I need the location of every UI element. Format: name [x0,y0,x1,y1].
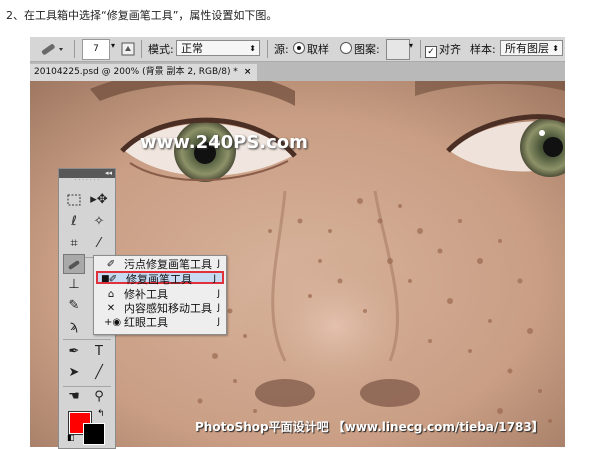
source-sampled-radio[interactable]: 取样 [293,41,329,57]
hand-tool-icon[interactable]: ☚ [63,387,85,407]
marquee-tool-icon[interactable] [63,190,85,210]
footer-watermark: PhotoShop平面设计吧 【www.linecg.com/tieba/178… [195,420,544,434]
patch-icon: ⌂ [107,289,115,300]
separator [420,40,421,58]
brush-picker[interactable]: 7 [82,39,110,60]
zoom-tool-icon[interactable]: ⚲ [88,387,110,407]
healing-brush-tool-preset-icon[interactable] [40,40,66,58]
select-arrow-icon: ⬍ [552,44,559,53]
swap-colors-icon[interactable]: ↰ [97,409,105,419]
source-label: 源: [274,43,289,56]
separator [141,40,142,58]
healing-brush-icon: ✐ [108,274,118,285]
close-icon[interactable]: × [244,67,252,77]
crop-tool-icon[interactable]: ⌗ [63,234,85,254]
default-colors-icon[interactable]: ◧ [67,433,75,442]
magic-wand-tool-icon[interactable]: ✧ [88,212,110,232]
separator [267,40,268,58]
watermark-text: www.240PS.com [140,132,308,153]
pattern-label: 图案: [354,43,380,56]
lasso-tool-icon[interactable]: ℓ [63,212,85,232]
document-title: 20104225.psd @ 200% (背景 副本 2, RGB/8) * [34,67,238,77]
shortcut-key: J [217,317,220,327]
red-eye-icon: +◉ [104,317,122,328]
spot-healing-brush-icon: ✐ [106,259,116,270]
shortcut-key: J [217,289,220,299]
brush-size: 7 [93,44,99,54]
move-tool-icon[interactable]: ▸✥ [88,190,110,210]
flyout-item-patch[interactable]: ⌂ 修补工具 J [94,288,226,301]
healing-brush-tool-icon[interactable] [63,254,85,274]
shortcut-key: J [217,259,220,269]
separator [74,40,75,58]
line-tool-icon[interactable]: ╱ [88,363,110,383]
background-color-swatch[interactable] [83,423,105,445]
flyout-item-spot-healing-brush[interactable]: ✐ 污点修复画笔工具 J [94,258,226,271]
sample-label: 样本: [470,43,496,56]
pen-tool-icon[interactable]: ✒ [63,342,85,362]
radio-selected-icon [293,42,305,54]
aligned-checkbox[interactable]: ✓ 对齐 [425,41,461,58]
sampled-label: 取样 [307,43,329,56]
path-selection-tool-icon[interactable]: ➤ [63,363,85,383]
sample-value: 所有图层 [505,42,549,55]
flyout-item-content-aware-move[interactable]: ✕ 内容感知移动工具 J [94,302,226,315]
flyout-item-red-eye[interactable]: +◉ 红眼工具 J [94,316,226,329]
healing-tools-flyout: ✐ 污点修复画笔工具 J ■ ✐ 修复画笔工具 J ⌂ 修补工具 J ✕ 内容感… [93,255,227,335]
separator [63,339,111,340]
radio-icon [340,42,352,54]
flyout-item-label: 修补工具 [124,288,168,301]
sample-select[interactable]: 所有图层 ⬍ [500,40,563,56]
source-pattern-radio[interactable]: 图案: [340,41,380,57]
collapse-icon[interactable]: ◂◂ [105,169,112,177]
flyout-item-healing-brush[interactable]: ■ ✐ 修复画笔工具 J [96,271,224,286]
eyedropper-tool-icon[interactable]: ⁄ [88,234,110,254]
grip-handle[interactable]: · · · · · · · [59,178,115,184]
mode-select[interactable]: 正常 ⬍ [176,40,260,56]
toggle-brush-panel-icon[interactable] [121,42,135,56]
instruction-text: 2、在工具箱中选择“修复画笔工具”，属性设置如下图。 [6,9,278,22]
select-arrow-icon: ⬍ [249,44,256,53]
history-brush-tool-icon[interactable]: ϡ [63,317,85,337]
shortcut-key: J [217,303,220,313]
flyout-item-label: 修复画笔工具 [126,273,192,286]
type-tool-icon[interactable]: T [88,342,110,362]
content-aware-move-icon: ✕ [106,303,116,314]
flyout-item-label: 污点修复画笔工具 [124,258,212,271]
document-tab[interactable]: 20104225.psd @ 200% (背景 副本 2, RGB/8) * × [30,64,258,81]
check-icon: ✓ [425,46,437,58]
chevron-down-icon[interactable]: ▾ [409,41,413,50]
shortcut-key: J [213,274,216,284]
clone-stamp-tool-icon[interactable]: ⊥ [63,275,85,295]
mode-label: 模式: [148,43,174,56]
chevron-down-icon[interactable]: ▾ [111,41,115,50]
brush-tool-icon[interactable]: ✎ [63,296,85,316]
pattern-picker[interactable] [386,39,410,60]
document-tab-bar: 20104225.psd @ 200% (背景 副本 2, RGB/8) * × [30,62,565,81]
mode-value: 正常 [181,42,203,55]
options-bar: 7 ▾ 模式: 正常 ⬍ 源: 取样 图案: ▾ ✓ 对齐 样本: 所有图层 ⬍ [30,37,565,62]
flyout-item-label: 内容感知移动工具 [124,302,212,315]
flyout-item-label: 红眼工具 [124,316,168,329]
aligned-label: 对齐 [439,43,461,56]
